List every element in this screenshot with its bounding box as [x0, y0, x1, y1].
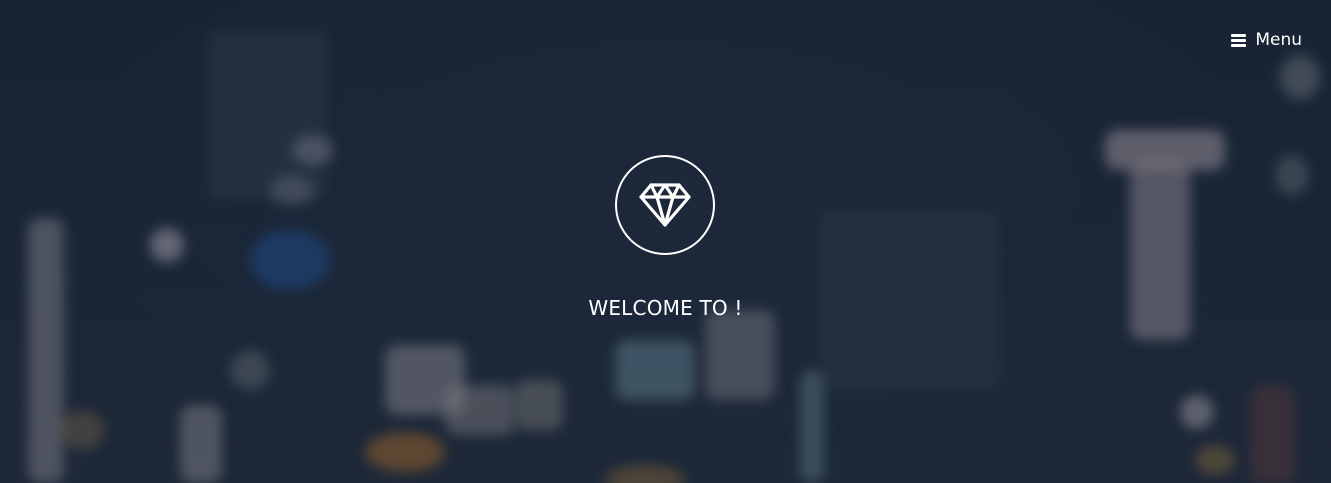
hamburger-icon	[1231, 33, 1247, 47]
menu-label: Menu	[1255, 30, 1302, 50]
menu-toggle-button[interactable]: Menu	[1231, 30, 1302, 50]
welcome-heading: WELCOME TO !	[588, 296, 743, 320]
logo-badge	[615, 155, 715, 255]
diamond-icon	[639, 183, 691, 227]
